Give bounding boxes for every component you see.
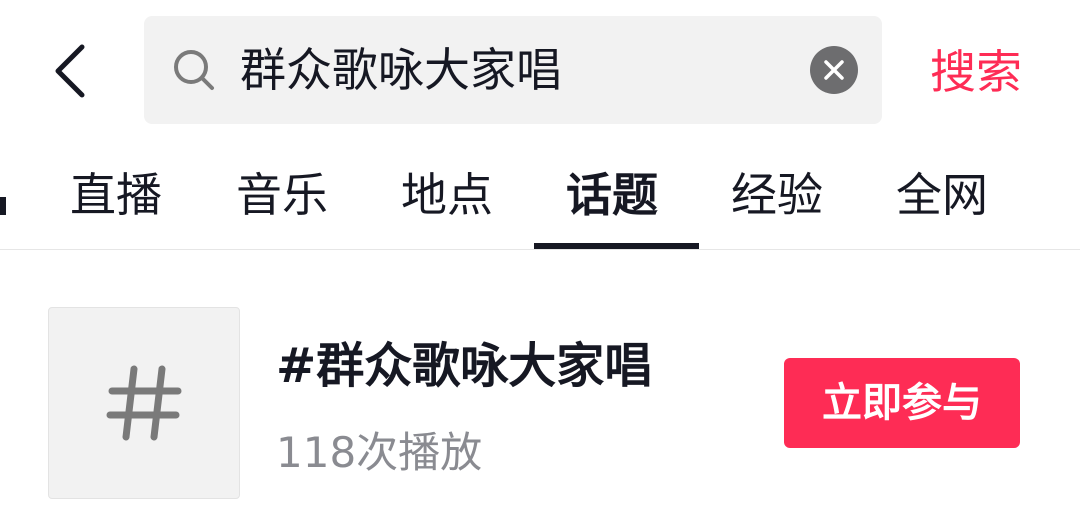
back-button[interactable] (40, 36, 100, 106)
topic-title[interactable]: #群众歌咏大家唱 (276, 334, 652, 398)
search-results-page: 群众歌咏大家唱 搜索 直播 音乐 地点 话题 经验 全网 #群众歌咏大家唱 11… (0, 0, 1080, 513)
topic-thumbnail[interactable] (48, 307, 240, 499)
join-topic-button[interactable]: 立即参与 (784, 358, 1020, 448)
hashtag-icon (106, 365, 182, 441)
search-submit-button[interactable]: 搜索 (930, 36, 1022, 108)
tab-partial-offscreen (0, 197, 6, 215)
close-icon (824, 60, 844, 80)
result-tabs: 直播 音乐 地点 话题 经验 全网 (0, 140, 1080, 250)
tab-location[interactable]: 地点 (401, 140, 493, 250)
clear-search-button[interactable] (810, 46, 858, 94)
tab-music[interactable]: 音乐 (236, 140, 328, 250)
tab-live[interactable]: 直播 (70, 140, 162, 250)
topic-result-row[interactable]: #群众歌咏大家唱 118次播放 立即参与 (0, 250, 1080, 513)
search-input[interactable]: 群众歌咏大家唱 (240, 16, 562, 124)
chevron-left-icon (55, 44, 85, 98)
tab-web[interactable]: 全网 (896, 140, 988, 250)
topic-play-count: 118次播放 (276, 428, 483, 477)
search-box[interactable]: 群众歌咏大家唱 (144, 16, 882, 124)
search-icon (174, 50, 214, 90)
tab-topic[interactable]: 话题 (566, 140, 658, 250)
search-header: 群众歌咏大家唱 搜索 (0, 0, 1080, 140)
tab-experience[interactable]: 经验 (731, 140, 823, 250)
